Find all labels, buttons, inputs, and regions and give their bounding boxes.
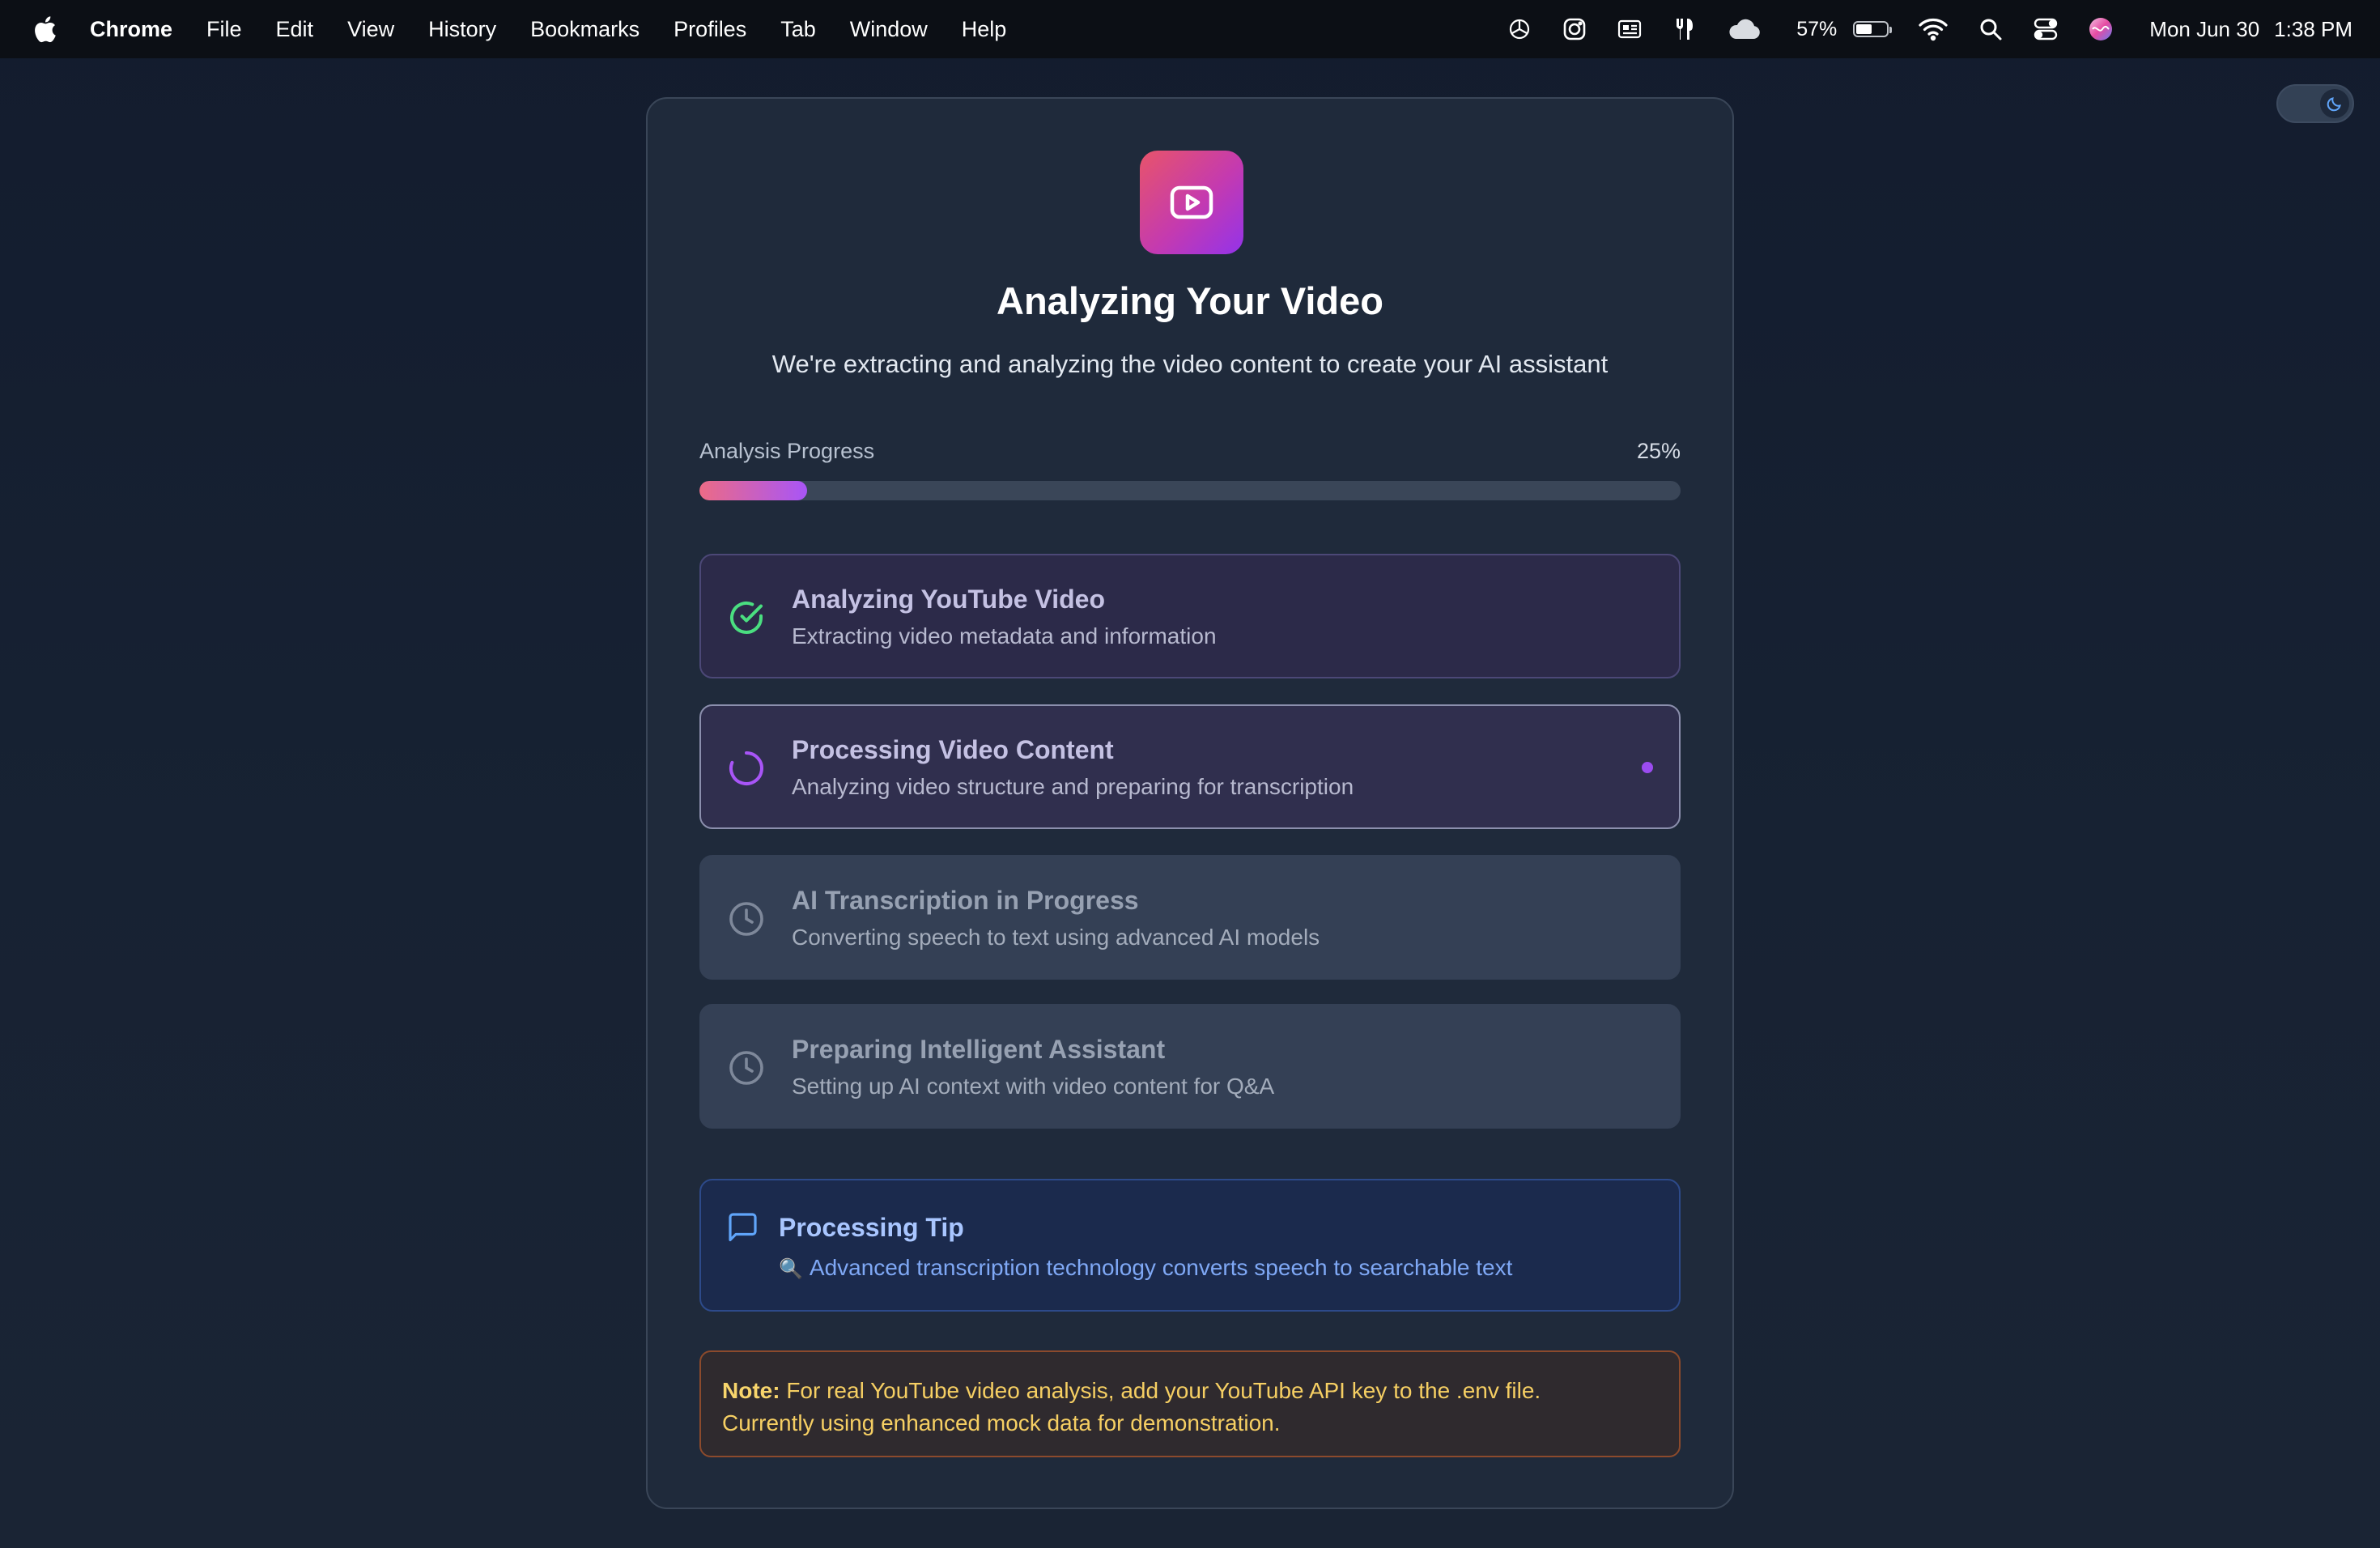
play-icon [1140, 151, 1243, 254]
menu-app-name[interactable]: Chrome [73, 0, 189, 58]
menu-help[interactable]: Help [945, 0, 1024, 58]
menu-history[interactable]: History [411, 0, 513, 58]
processing-tip: Processing Tip 🔍 Advanced transcription t… [699, 1179, 1681, 1312]
cloud-icon[interactable] [1726, 15, 1762, 43]
tip-body: Advanced transcription technology conver… [809, 1255, 1513, 1280]
note-label: Note: [722, 1378, 780, 1403]
progress-percent: 25% [1636, 439, 1681, 463]
tip-text: 🔍 Advanced transcription technology conve… [779, 1255, 1512, 1281]
step-description: Extracting video metadata and informatio… [792, 623, 1217, 649]
openai-icon[interactable] [1506, 15, 1533, 43]
menu-clock[interactable]: Mon Jun 30 1:38 PM [2149, 17, 2352, 42]
note-line-1: Note: For real YouTube video analysis, a… [722, 1375, 1658, 1407]
analysis-card: Analyzing Your Video We're extracting an… [646, 97, 1734, 1509]
battery-percent: 57% [1796, 17, 1838, 40]
progress-label: Analysis Progress [699, 439, 875, 463]
menu-bookmarks[interactable]: Bookmarks [513, 0, 657, 58]
step-analyzing-video: Analyzing YouTube Video Extracting video… [699, 554, 1681, 678]
step-ai-transcription: AI Transcription in Progress Converting … [699, 855, 1681, 980]
check-circle-icon [727, 598, 766, 637]
note-line-2: Currently using enhanced mock data for d… [722, 1410, 1281, 1435]
step-title: AI Transcription in Progress [792, 886, 1139, 915]
page-subtitle: We're extracting and analyzing the video… [771, 350, 1609, 378]
progress-fill [699, 481, 808, 500]
apple-icon[interactable] [32, 15, 57, 44]
progress-bar [699, 481, 1681, 500]
menu-bar: Chrome File Edit View History Bookmarks … [0, 0, 2380, 58]
status-area: 57% Mon Jun 30 1:38 PM [1492, 0, 2352, 58]
menu-edit[interactable]: Edit [259, 0, 331, 58]
theme-toggle[interactable] [2276, 84, 2354, 123]
step-preparing-assistant: Preparing Intelligent Assistant Setting … [699, 1004, 1681, 1129]
page-title: Analyzing Your Video [997, 279, 1383, 322]
news-icon[interactable] [1616, 15, 1643, 43]
wifi-icon[interactable] [1917, 15, 1949, 43]
menu-window[interactable]: Window [833, 0, 945, 58]
step-title: Analyzing YouTube Video [792, 585, 1105, 614]
step-title: Preparing Intelligent Assistant [792, 1035, 1166, 1064]
menu-profiles[interactable]: Profiles [657, 0, 763, 58]
step-processing-content: Processing Video Content Analyzing video… [699, 704, 1681, 829]
magnifier-emoji: 🔍 [779, 1258, 803, 1280]
menu-file[interactable]: File [189, 0, 259, 58]
spinner-icon [727, 749, 766, 788]
message-square-icon [727, 1211, 759, 1244]
tip-title: Processing Tip [779, 1213, 964, 1242]
step-description: Setting up AI context with video content… [792, 1074, 1275, 1099]
note-line-1-text: For real YouTube video analysis, add you… [786, 1378, 1541, 1403]
step-description: Analyzing video structure and preparing … [792, 774, 1354, 799]
siri-icon[interactable] [2087, 15, 2114, 43]
menu-tab[interactable]: Tab [763, 0, 833, 58]
search-icon[interactable] [1977, 15, 2004, 43]
clock-date: Mon Jun 30 [2149, 16, 2260, 41]
active-indicator-dot [1642, 762, 1653, 773]
clock-time: 1:38 PM [2274, 16, 2352, 41]
step-title: Processing Video Content [792, 735, 1114, 764]
utensils-icon[interactable] [1671, 15, 1698, 43]
api-key-note: Note: For real YouTube video analysis, a… [699, 1350, 1681, 1457]
battery-indicator[interactable]: 57% [1790, 17, 1893, 41]
menu-view[interactable]: View [330, 0, 411, 58]
clock-icon [727, 1048, 766, 1087]
moon-icon [2320, 89, 2349, 118]
step-description: Converting speech to text using advanced… [792, 925, 1320, 950]
battery-icon [1853, 21, 1893, 37]
clock-icon [727, 899, 766, 938]
control-center-icon[interactable] [2032, 15, 2059, 43]
instagram-icon[interactable] [1561, 15, 1588, 43]
